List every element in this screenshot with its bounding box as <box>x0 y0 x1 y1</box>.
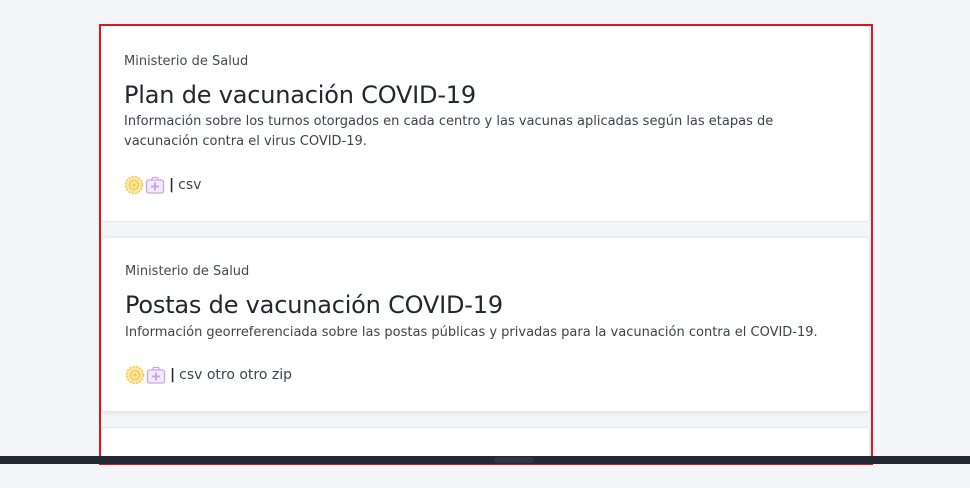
dataset-title[interactable]: Postas de vacunación COVID-19 <box>125 291 503 319</box>
footer-bar <box>0 456 970 464</box>
format-separator: | <box>170 367 176 383</box>
dataset-card[interactable]: Ministerio de Salud Plan de vacunación C… <box>101 26 870 222</box>
dataset-list: Ministerio de Salud Plan de vacunación C… <box>99 24 873 465</box>
dataset-card[interactable]: Ministerio de Salud Postas de vacunación… <box>101 237 870 412</box>
dataset-publisher: Ministerio de Salud <box>125 264 250 279</box>
footer-handle <box>494 457 534 463</box>
dataset-description: Información sobre los turnos otorgados e… <box>124 114 774 149</box>
medical-case-icon <box>146 365 166 385</box>
dataset-description: Información georreferenciada sobre las p… <box>125 325 818 340</box>
gear-badge-icon <box>124 175 144 195</box>
dataset-formats-row: | csv <box>124 174 201 196</box>
dataset-formats: csv otro otro zip <box>179 367 293 383</box>
format-separator: | <box>169 177 175 193</box>
medical-case-icon <box>145 175 165 195</box>
dataset-title[interactable]: Plan de vacunación COVID-19 <box>124 81 476 109</box>
dataset-formats: csv <box>178 177 202 193</box>
dataset-publisher: Ministerio de Salud <box>124 54 249 69</box>
dataset-formats-row: | csv otro otro zip <box>125 364 292 386</box>
gear-badge-icon <box>125 365 145 385</box>
